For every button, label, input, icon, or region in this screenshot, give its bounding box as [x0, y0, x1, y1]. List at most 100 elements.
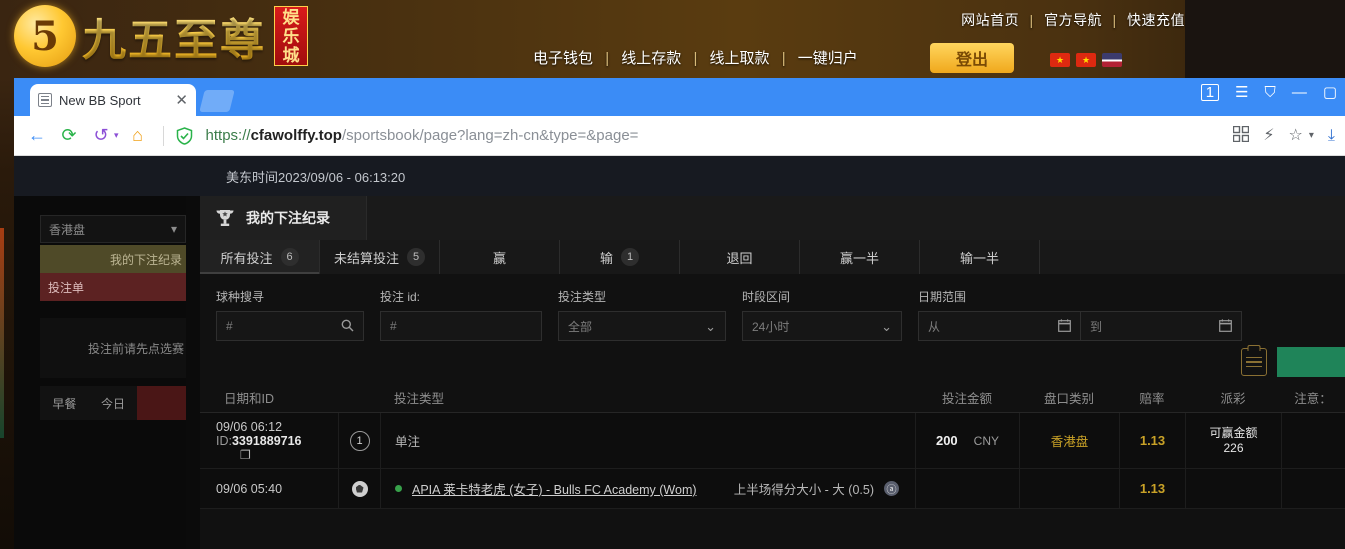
- nav-separator: |: [1112, 12, 1117, 28]
- chevron-down-icon[interactable]: ▾: [1309, 130, 1314, 141]
- site-top-nav-item-0[interactable]: 网站首页: [961, 12, 1019, 28]
- bet-type-value-row: 单注: [395, 435, 421, 449]
- chevron-down-icon: ▾: [170, 222, 177, 236]
- panel-title-tab[interactable]: 我的下注纪录: [200, 196, 366, 240]
- site-logo[interactable]: 5 九五至尊 娱乐城: [14, 4, 308, 68]
- tab-unsettled-bets-label: 未结算投注: [333, 250, 399, 266]
- collections-icon[interactable]: ⛉: [1265, 85, 1276, 100]
- flash-icon[interactable]: ⚡: [1263, 127, 1274, 144]
- sidebar-item-my-bets[interactable]: 我的下注纪录: [40, 245, 186, 273]
- browser-tab[interactable]: New BB Sport ✕: [30, 84, 196, 116]
- odds-format-select[interactable]: 香港盘 ▾: [40, 215, 186, 243]
- tab-refunded[interactable]: 退回: [680, 240, 800, 274]
- url-scheme: https://: [205, 127, 251, 144]
- sport-search-input[interactable]: #: [216, 311, 364, 341]
- cell-market: 香港盘: [1019, 413, 1119, 468]
- minimize-icon[interactable]: —: [1292, 85, 1307, 100]
- date-from-input[interactable]: 从: [918, 311, 1080, 341]
- match-link[interactable]: APIA 莱卡特老虎 (女子) - Bulls FC Academy (Wom): [412, 479, 697, 498]
- home-icon[interactable]: ⌂: [125, 123, 151, 149]
- bet-date: 09/06 05:40: [216, 481, 283, 496]
- history-icon[interactable]: ↺: [88, 123, 114, 149]
- site-wallet-nav-item-0[interactable]: 电子钱包: [533, 50, 593, 67]
- cell-date: 09/06 05:40: [200, 469, 338, 508]
- reload-icon[interactable]: ⟳: [56, 123, 82, 149]
- bookmark-star-icon[interactable]: ☆: [1289, 127, 1303, 144]
- site-top-nav-item-2[interactable]: 快速充值: [1127, 12, 1185, 28]
- period-select[interactable]: 24小时 ⌄: [742, 311, 902, 341]
- payout-block: 可赢金额 226: [1209, 426, 1257, 456]
- date-range-label: 日期范围: [918, 290, 967, 304]
- site-top-nav-item-1[interactable]: 官方导航: [1044, 12, 1102, 28]
- cell-bet-type: 单注: [380, 413, 915, 468]
- table-row[interactable]: 09/06 05:40 APIA 莱卡特老虎 (女子) - Bulls FC A…: [200, 469, 1345, 509]
- site-wallet-nav-item-1[interactable]: 线上存款: [621, 50, 681, 67]
- chevron-down-icon[interactable]: ▾: [114, 130, 119, 141]
- panel-header-filler: [366, 196, 1345, 240]
- tab-half-lost[interactable]: 输一半: [920, 240, 1040, 274]
- search-submit-button[interactable]: [1277, 347, 1345, 377]
- back-icon[interactable]: ←: [24, 123, 50, 149]
- bet-record-panel: 我的下注纪录 所有投注 6 未结算投注 5 赢 输 1 退回 赢一半 输一半 球…: [200, 196, 1345, 549]
- date-to-input[interactable]: 到: [1080, 311, 1242, 341]
- tab-lost-label: 输: [599, 250, 613, 266]
- tab-all-bets[interactable]: 所有投注 6: [200, 240, 320, 274]
- site-top-nav[interactable]: 网站首页 | 官方导航 | 快速充值: [961, 10, 1185, 30]
- new-tab-button[interactable]: [199, 90, 235, 112]
- sidebar-item-bet-slip[interactable]: 投注单: [40, 273, 186, 301]
- cn-flag-icon[interactable]: ★: [1076, 53, 1096, 67]
- sidebar-tab-today[interactable]: 今日: [89, 386, 138, 420]
- us-flag-icon[interactable]: [1102, 53, 1122, 67]
- cell-payout: 可赢金额 226: [1185, 413, 1281, 468]
- page-body: 香港盘 ▾ 我的下注纪录 投注单 投注前请先点选赛 早餐 今日 我的下注纪录 所…: [14, 196, 1345, 549]
- date-from-placeholder: 从: [928, 319, 941, 334]
- tab-lost[interactable]: 输 1: [560, 240, 680, 274]
- column-odds: 赔率: [1139, 392, 1165, 406]
- nav-separator: |: [605, 50, 610, 67]
- table-row[interactable]: 09/06 06:12 ID:3391889716 ❐ 1 单注 200 CNY…: [200, 413, 1345, 469]
- nav-separator: |: [781, 50, 786, 67]
- cell-note: [1281, 413, 1345, 468]
- qr-code-icon[interactable]: [1233, 125, 1250, 146]
- bet-type-select[interactable]: 全部 ⌄: [558, 311, 726, 341]
- bet-filter-form: 球种搜寻 # 投注 id: # 投注类型 全部 ⌄ 时段区间 24小时 ⌄ 日期…: [200, 274, 1345, 341]
- sport-search-placeholder: #: [226, 319, 233, 333]
- copy-icon[interactable]: ❐: [216, 448, 338, 462]
- odds-value: 1.13: [1139, 481, 1166, 496]
- browser-window: New BB Sport ✕ 1 ☰ ⛉ — ▢ ← ⟳ ↺ ▾ ⌂ https…: [14, 78, 1345, 549]
- sidebar-tab-extra[interactable]: [137, 386, 187, 420]
- bet-selection: 上半场得分大小 - 大 (0.5): [733, 483, 874, 497]
- tab-unsettled-bets[interactable]: 未结算投注 5: [320, 240, 440, 274]
- hk-flag-icon[interactable]: ★: [1050, 53, 1070, 67]
- maximize-icon[interactable]: ▢: [1323, 85, 1337, 100]
- sidebar-tab-breakfast[interactable]: 早餐: [40, 386, 89, 420]
- tab-count-badge[interactable]: 1: [1200, 84, 1220, 101]
- info-icon[interactable]: ⓐ: [884, 481, 899, 496]
- download-icon[interactable]: ⤓: [1328, 127, 1335, 144]
- bet-id-input[interactable]: #: [380, 311, 542, 341]
- bet-table-header: 日期和ID 投注类型 投注金额 盘口类别 赔率 派彩 注意：: [200, 383, 1345, 413]
- calendar-icon[interactable]: [1058, 318, 1071, 334]
- tab-half-won[interactable]: 赢一半: [800, 240, 920, 274]
- cell-note: [1281, 469, 1345, 508]
- site-wallet-nav-item-3[interactable]: 一键归户: [798, 50, 858, 67]
- menu-icon[interactable]: ☰: [1235, 85, 1248, 100]
- tab-won[interactable]: 赢: [440, 240, 560, 274]
- address-bar[interactable]: https://cfawolffy.top/sportsbook/page?la…: [200, 127, 1228, 144]
- sportsbook-sidebar: 香港盘 ▾ 我的下注纪录 投注单 投注前请先点选赛 早餐 今日: [14, 196, 187, 549]
- calendar-icon[interactable]: [1219, 318, 1232, 334]
- search-icon[interactable]: [341, 319, 354, 334]
- bet-id-label-inline: ID:: [216, 433, 232, 448]
- site-wallet-nav-item-2[interactable]: 线上取款: [710, 50, 770, 67]
- clipboard-icon[interactable]: [1241, 348, 1267, 376]
- bet-date: 09/06 06:12: [216, 419, 283, 434]
- security-shield-icon[interactable]: [176, 126, 194, 145]
- cell-date-id: 09/06 06:12 ID:3391889716 ❐: [200, 413, 338, 468]
- column-amount: 投注金额: [941, 392, 992, 406]
- date-to-placeholder: 到: [1090, 319, 1103, 334]
- logout-button[interactable]: 登出: [930, 43, 1014, 73]
- odds-value: 1.13: [1139, 433, 1166, 448]
- column-market: 盘口类别: [1043, 392, 1094, 406]
- close-icon[interactable]: ✕: [175, 93, 188, 108]
- site-wallet-nav[interactable]: 电子钱包 | 线上存款 | 线上取款 | 一键归户: [533, 47, 858, 68]
